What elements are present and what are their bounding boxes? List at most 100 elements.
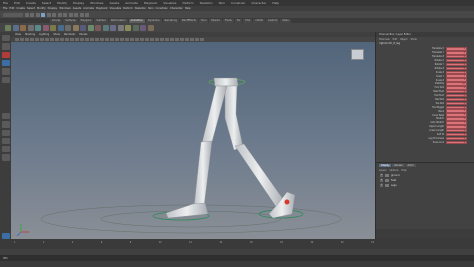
scale-tool-icon[interactable] [1,68,10,75]
menu-item[interactable]: Help [185,7,191,10]
shelf-tool-icon[interactable] [140,24,146,31]
panel-toolbar-icon[interactable] [90,37,94,42]
shelf-tool-icon[interactable] [147,24,154,31]
shelf-tab[interactable]: Subdivs [94,18,108,23]
menu-item[interactable]: Skin [148,7,154,10]
menu-item[interactable]: Animate [83,7,94,10]
new-scene-icon[interactable] [24,12,29,17]
shelf-tool-icon[interactable] [20,24,26,31]
panel-toolbar-icon[interactable] [130,37,134,42]
layer-color-swatch[interactable] [385,184,389,187]
script-editor-layout-icon[interactable] [1,154,10,161]
lasso-tool-icon[interactable] [1,43,10,50]
panel-toolbar-icon[interactable] [140,37,144,42]
shelf-tool-icon[interactable] [50,24,56,31]
time-slider[interactable]: 1 2 4 6 8 10 12 14 16 18 20 22 24 [0,239,474,249]
panel-toolbar-icon[interactable] [145,37,149,42]
panel-toolbar-icon[interactable] [155,37,159,42]
menu-item[interactable]: Visualize [110,7,121,10]
menu-item[interactable]: Constrain [155,7,167,10]
panel-toolbar-icon[interactable] [55,37,59,42]
render-icon[interactable] [74,12,78,17]
shelf-tab[interactable]: nCloth [253,18,266,23]
shelf-tool-icon[interactable] [12,24,19,31]
shelf-tab[interactable]: Fur [234,18,243,23]
panel-toolbar-icon[interactable] [185,37,189,42]
save-scene-icon[interactable] [35,12,40,17]
layer-visibility-toggle[interactable]: V [380,184,383,187]
panel-menu-item[interactable]: View [15,33,21,36]
menu-item[interactable]: Modify [37,7,46,10]
attribute-row[interactable]: Knee Lock 0 [376,140,474,145]
shelf-tool-icon[interactable] [110,24,116,31]
menu-item[interactable]: Display [48,7,58,10]
shelf-tab[interactable]: Animation [128,18,145,23]
shelf-tool-icon[interactable] [117,24,124,31]
shelf-tab[interactable]: Dynamics [145,18,162,23]
shelf-tool-icon[interactable] [27,24,34,31]
render-settings-icon[interactable] [85,12,89,17]
persp-graph-layout-icon[interactable] [1,137,10,145]
shelf-tool-icon[interactable] [125,24,131,31]
shelf-tab[interactable]: Custom [266,18,280,23]
panel-toolbar-icon[interactable] [150,37,154,42]
panel-toolbar-icon[interactable] [170,37,174,42]
persp-outliner-layout-icon[interactable] [1,129,10,136]
shelf-tool-icon[interactable] [72,24,79,31]
select-tool-icon[interactable] [1,35,10,42]
select-object-icon[interactable] [46,12,51,17]
snap-curve-icon[interactable] [63,12,67,17]
panel-menu-item[interactable]: Renderer [64,33,75,36]
shelf-tab[interactable]: Rendering [162,18,179,23]
menu-item[interactable]: File [3,7,7,10]
shelf-tab[interactable]: PaintEffects [179,18,198,23]
panel-toolbar-icon[interactable] [200,37,204,42]
shelf-tool-icon[interactable] [42,24,49,31]
menu-item[interactable]: Character [170,7,183,10]
shelf-tab[interactable]: Polygons [78,18,94,23]
select-component-icon[interactable] [52,12,56,17]
panel-toolbar-icon[interactable] [80,37,84,42]
layer-color-swatch[interactable] [385,179,389,182]
panel-toolbar-icon[interactable] [60,37,64,42]
shelf-tool-icon[interactable] [80,24,86,31]
shelf-tab[interactable]: Surfaces [63,18,78,23]
menu-item[interactable]: Deform [123,7,133,10]
shelf-tool-icon[interactable] [132,24,139,31]
shelf-tab[interactable]: Hair [243,18,253,23]
layer-color-swatch[interactable] [385,174,389,177]
layer-visibility-toggle[interactable]: V [380,174,383,177]
panel-toolbar-icon[interactable] [50,37,54,42]
panel-toolbar-icon[interactable] [175,37,179,42]
panel-toolbar-icon[interactable] [95,37,99,42]
menu-item[interactable]: Playback [96,7,108,10]
panel-toolbar-icon[interactable] [100,37,104,42]
panel-toolbar-icon[interactable] [85,37,89,42]
shelf-tool-icon[interactable] [5,24,11,31]
last-tool-icon[interactable] [1,76,10,83]
ipr-render-icon[interactable] [79,12,84,17]
panel-toolbar-icon[interactable] [40,37,44,42]
panel-toolbar-icon[interactable] [45,37,49,42]
open-scene-icon[interactable] [30,12,34,17]
menu-item[interactable]: Assets [73,7,81,10]
shelf-tool-icon[interactable] [57,24,64,31]
shelf-tool-icon[interactable] [65,24,71,31]
menu-item[interactable]: Skeleton [135,7,146,10]
channel-box-menu-item[interactable]: Object [400,38,407,41]
layer-visibility-toggle[interactable]: V [380,179,383,182]
panel-toolbar-icon[interactable] [125,37,129,42]
attribute-value[interactable]: 0 [446,140,467,145]
panel-toolbar-icon[interactable] [30,37,34,42]
layer-tab[interactable]: Anim [405,164,416,167]
panel-toolbar-icon[interactable] [70,37,74,42]
panel-toolbar-icon[interactable] [180,37,184,42]
mode-dropdown[interactable] [3,12,23,17]
panel-menu-item[interactable]: Show [53,33,60,36]
shelf-tab[interactable]: Muscle [209,18,222,23]
panel-toolbar-icon[interactable] [65,37,69,42]
single-view-layout-icon[interactable] [1,112,10,120]
channel-box-menu-item[interactable]: Channels [379,38,390,41]
layer-menu-item[interactable]: Help [401,169,406,172]
shelf-tool-icon[interactable] [95,24,101,31]
